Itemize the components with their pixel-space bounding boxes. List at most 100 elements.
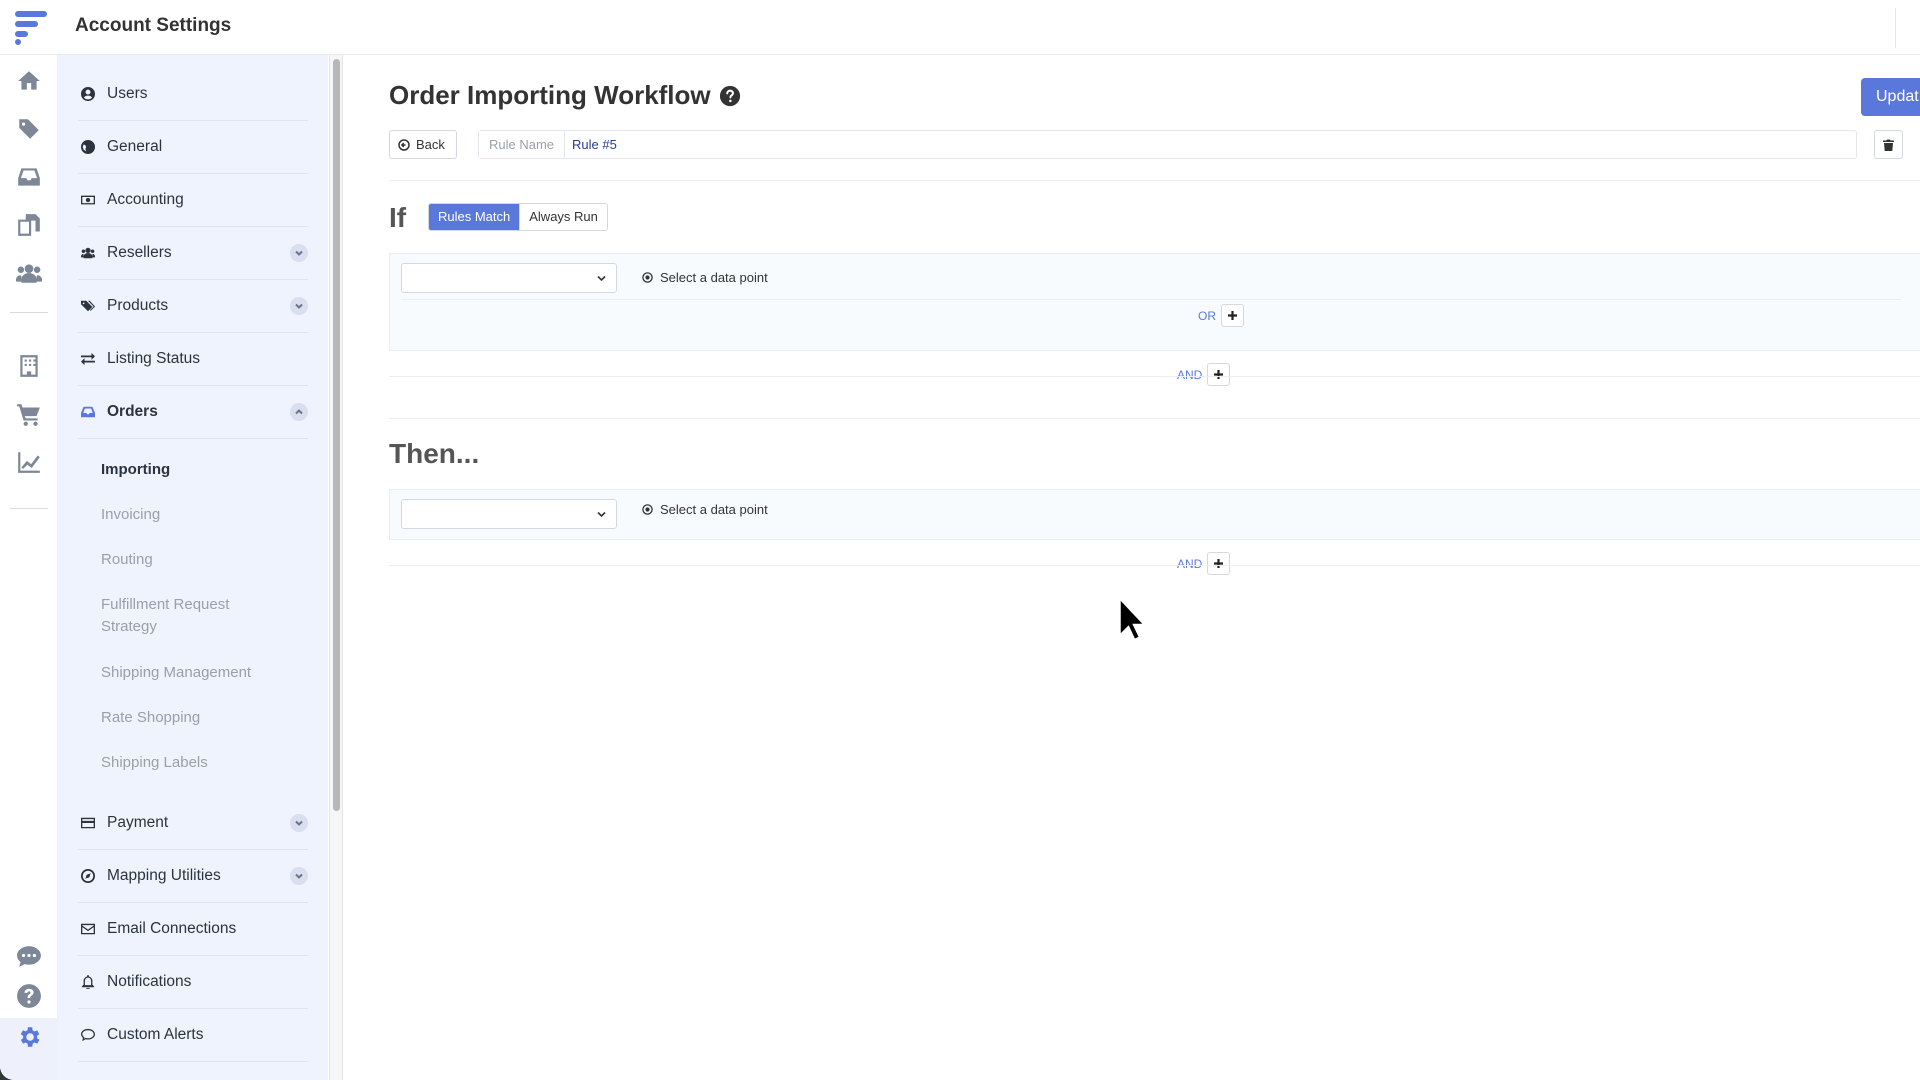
divider (389, 180, 1920, 181)
sidebar-subitem-shipping-management[interactable]: Shipping Management (101, 662, 251, 684)
rail-separator (10, 312, 48, 313)
envelope-icon (80, 921, 96, 937)
main-content: Order Importing Workflow Updat Back Rule… (345, 56, 1920, 1080)
settings-sidebar: Users General Accounting Resellers Produ… (58, 55, 328, 1080)
sidebar-item-orders[interactable]: Orders (78, 386, 308, 439)
delete-rule-button[interactable] (1874, 130, 1903, 159)
chart-icon[interactable] (14, 447, 44, 477)
sidebar-item-resellers[interactable]: Resellers (78, 227, 308, 280)
sidebar-item-label: General (107, 138, 163, 155)
top-header: Account Settings (0, 0, 1920, 55)
sidebar-subitem-fulfillment-request-strategy[interactable]: Fulfillment Request Strategy (101, 594, 281, 638)
sidebar-item-label: Resellers (107, 244, 172, 261)
chevron-up-icon[interactable] (290, 403, 308, 421)
inbox-icon[interactable] (14, 162, 44, 192)
workflow-title: Order Importing Workflow (389, 80, 711, 110)
exchange-icon (80, 351, 96, 367)
back-button-label: Back (416, 137, 445, 152)
sidebar-item-label: Email Connections (107, 920, 237, 937)
sidebar-item-label: Users (107, 85, 148, 102)
condition-select[interactable] (401, 263, 617, 293)
inbox-icon (80, 404, 96, 420)
back-button[interactable]: Back (389, 130, 457, 159)
arrow-circle-left-icon (398, 138, 410, 151)
divider (389, 418, 1920, 419)
chevron-down-icon[interactable] (290, 297, 308, 315)
comment-icon (80, 1027, 96, 1043)
help-icon[interactable] (14, 981, 44, 1011)
sidebar-item-users[interactable]: Users (78, 68, 308, 121)
sidebar-item-label: Payment (107, 814, 169, 831)
sidebar-item-mapping-utilities[interactable]: Mapping Utilities (78, 850, 308, 903)
divider (401, 299, 1901, 300)
sidebar-subitem-invoicing[interactable]: Invoicing (101, 504, 160, 526)
tag-icon[interactable] (14, 114, 44, 144)
app-window: Account Settings Users General Accountin… (0, 0, 1920, 1080)
home-icon[interactable] (14, 66, 44, 96)
always-run-option[interactable]: Always Run (519, 204, 607, 230)
sidebar-item-label: Custom Alerts (107, 1026, 204, 1043)
dot-circle-icon (642, 272, 653, 283)
building-icon[interactable] (14, 351, 44, 381)
update-button[interactable]: Updat (1861, 78, 1920, 116)
sidebar-subitem-shipping-labels[interactable]: Shipping Labels (101, 752, 208, 774)
users-icon[interactable] (14, 258, 44, 288)
mouse-cursor-icon (1119, 598, 1146, 641)
select-data-point[interactable]: Select a data point (642, 270, 768, 285)
app-logo-icon[interactable] (12, 10, 48, 46)
sidebar-item-label: Notifications (107, 973, 192, 990)
icon-rail (0, 55, 58, 1080)
then-heading: Then... (389, 438, 480, 469)
sidebar-item-email-connections[interactable]: Email Connections (78, 903, 308, 956)
rule-name-label: Rule Name (479, 131, 566, 158)
sidebar-item-accounting[interactable]: Accounting (78, 174, 308, 227)
cart-icon[interactable] (14, 399, 44, 429)
sidebar-item-custom-alerts[interactable]: Custom Alerts (78, 1009, 308, 1062)
globe-icon (80, 139, 96, 155)
scrollbar-thumb[interactable] (333, 59, 340, 811)
rule-name-field[interactable]: Rule Name Rule #5 (478, 130, 1857, 159)
trash-icon (1883, 139, 1894, 151)
sidebar-item-products[interactable]: Products (78, 280, 308, 333)
chevron-down-icon[interactable] (290, 814, 308, 832)
divider (389, 376, 1920, 377)
sidebar-item-label: Listing Status (107, 350, 201, 367)
add-and-button[interactable] (1207, 363, 1231, 386)
rail-separator (10, 508, 48, 509)
action-select[interactable] (401, 499, 617, 529)
then-action-group: Select a data point (389, 489, 1920, 540)
chevron-down-icon (597, 511, 606, 518)
chevron-down-icon (597, 275, 606, 282)
chevron-down-icon[interactable] (290, 244, 308, 262)
sidebar-subitem-rate-shopping[interactable]: Rate Shopping (101, 707, 200, 729)
credit-card-icon (80, 815, 96, 831)
select-data-point[interactable]: Select a data point (642, 502, 768, 517)
chat-icon[interactable] (14, 941, 44, 971)
add-or-button[interactable] (1221, 304, 1244, 327)
sidebar-subitem-importing[interactable]: Importing (101, 459, 170, 481)
header-divider (1895, 8, 1896, 48)
rule-mode-toggle[interactable]: Rules Match Always Run (428, 203, 608, 231)
sidebar-item-general[interactable]: General (78, 121, 308, 174)
then-and-control: AND (1177, 552, 1231, 575)
rules-match-option[interactable]: Rules Match (429, 204, 520, 230)
user-circle-icon (80, 86, 96, 102)
sidebar-item-notifications[interactable]: Notifications (78, 956, 308, 1009)
tags-icon (80, 298, 96, 314)
documents-icon[interactable] (14, 210, 44, 240)
add-and-button[interactable] (1207, 552, 1231, 575)
money-icon (80, 192, 96, 208)
sidebar-item-label: Accounting (107, 191, 184, 208)
rule-name-input[interactable]: Rule #5 (565, 137, 617, 152)
divider (389, 565, 1920, 566)
sidebar-item-listing-status[interactable]: Listing Status (78, 333, 308, 386)
sidebar-scrollbar[interactable] (329, 55, 343, 1080)
question-circle-icon[interactable] (719, 85, 741, 107)
plus-icon (1228, 311, 1237, 320)
and-label: AND (1177, 367, 1203, 382)
sidebar-subitem-routing[interactable]: Routing (101, 549, 153, 571)
chevron-down-icon[interactable] (290, 867, 308, 885)
sidebar-item-payment[interactable]: Payment (78, 797, 308, 850)
if-and-control: AND (1177, 363, 1231, 386)
settings-icon[interactable] (14, 1022, 44, 1052)
